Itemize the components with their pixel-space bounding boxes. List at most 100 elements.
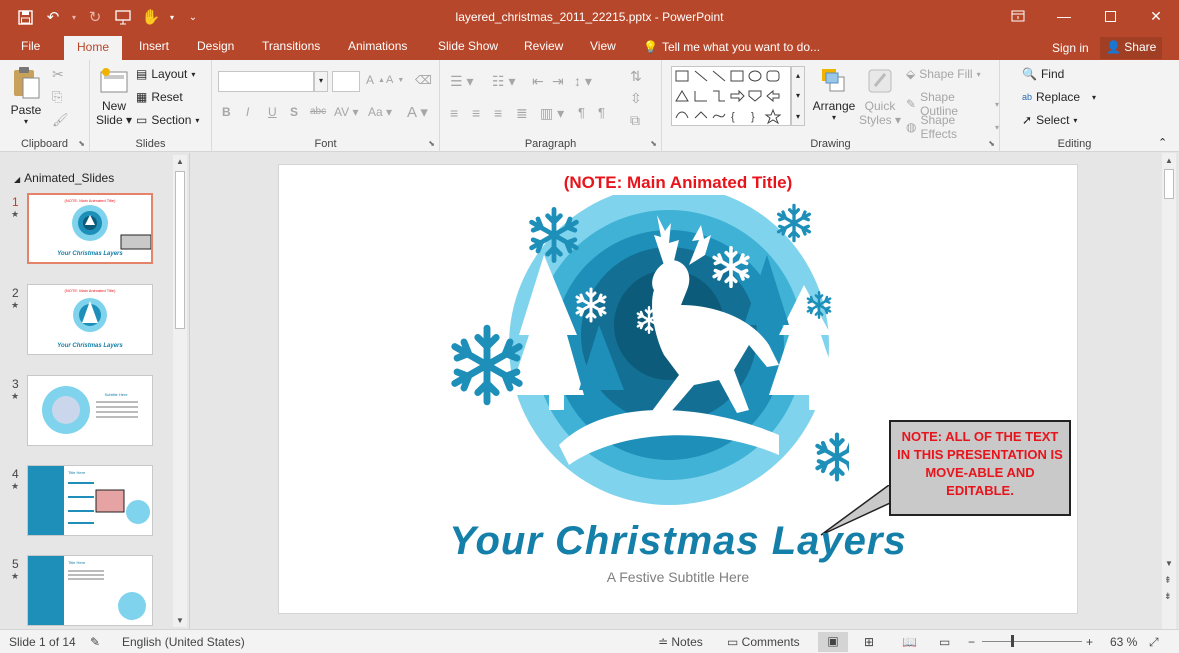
- spell-check-icon[interactable]: ✎: [90, 635, 100, 649]
- slide-thumbnail[interactable]: Title Here: [27, 555, 153, 626]
- line-spacing-icon[interactable]: ↕ ▾: [574, 73, 592, 90]
- find-button[interactable]: 🔍 Find: [1022, 67, 1064, 81]
- customize-qat-icon[interactable]: ⌄: [182, 6, 204, 28]
- cut-icon[interactable]: ✂: [52, 66, 64, 83]
- notes-button[interactable]: ≐ Notes: [658, 635, 703, 649]
- shadow-icon[interactable]: S: [290, 105, 298, 119]
- align-center-icon[interactable]: ≡: [472, 105, 480, 121]
- shape-fill-button[interactable]: ⬙ Shape Fill ▾: [906, 67, 981, 81]
- slideshow-icon[interactable]: ▭: [939, 635, 950, 649]
- tell-me-box[interactable]: 💡 Tell me what you want to do...: [643, 40, 820, 54]
- share-button[interactable]: 👤 Share: [1100, 37, 1163, 59]
- clear-formatting-icon[interactable]: ⌫: [415, 73, 432, 87]
- tab-design[interactable]: Design: [197, 39, 234, 53]
- quick-styles-button[interactable]: Quick Styles ▾: [858, 66, 902, 127]
- save-icon[interactable]: [14, 6, 36, 28]
- scroll-thumb[interactable]: [1164, 169, 1174, 199]
- scroll-down-icon[interactable]: ▼: [176, 616, 184, 625]
- slide-thumbnail[interactable]: (NOTE: Main Animated Title) Your Christm…: [27, 284, 153, 355]
- shape-effects-button[interactable]: ◍ Shape Effects ▾: [906, 113, 999, 141]
- zoom-slider[interactable]: [982, 641, 1082, 642]
- new-slide-button[interactable]: New Slide ▾: [94, 66, 134, 127]
- increase-indent-icon[interactable]: ⇥: [552, 73, 564, 90]
- slide-canvas[interactable]: (NOTE: Main Animated Title) NOTE: ALL OF…: [278, 164, 1078, 614]
- language-indicator[interactable]: English (United States): [122, 635, 245, 649]
- align-text-icon[interactable]: ⇳: [630, 90, 642, 107]
- main-title[interactable]: Your Christmas Layers: [279, 519, 1077, 564]
- thumbnail-scrollbar[interactable]: ▲ ▼: [173, 155, 187, 627]
- arrange-button[interactable]: Arrange ▾: [810, 66, 858, 122]
- reading-view-icon[interactable]: 📖: [902, 635, 917, 649]
- normal-view-icon[interactable]: ▣: [818, 632, 848, 652]
- tab-slideshow[interactable]: Slide Show: [438, 39, 498, 53]
- tab-insert[interactable]: Insert: [139, 39, 169, 53]
- format-painter-icon[interactable]: 🖌: [52, 112, 69, 128]
- numbering-icon[interactable]: ☷ ▾: [492, 73, 515, 90]
- replace-button[interactable]: ab Replace ▾: [1022, 90, 1096, 104]
- previous-slide-icon[interactable]: ⇞: [1164, 575, 1172, 586]
- undo-icon[interactable]: ↶: [42, 6, 64, 28]
- tab-view[interactable]: View: [590, 39, 616, 53]
- slide-sorter-icon[interactable]: ⊞: [864, 635, 874, 649]
- rtl-icon[interactable]: ¶: [598, 105, 605, 120]
- section-button[interactable]: ▭ Section ▾: [136, 113, 199, 127]
- italic-icon[interactable]: I: [246, 105, 249, 119]
- slide-thumbnail[interactable]: Subtitle Here: [27, 375, 153, 446]
- note-callout[interactable]: NOTE: ALL OF THE TEXT IN THIS PRESENTATI…: [889, 420, 1071, 516]
- tab-home[interactable]: Home: [64, 36, 123, 60]
- align-right-icon[interactable]: ≡: [494, 105, 502, 121]
- paste-button[interactable]: Paste ▾: [8, 66, 44, 126]
- close-icon[interactable]: ✕: [1133, 0, 1179, 32]
- subtitle[interactable]: A Festive Subtitle Here: [279, 569, 1077, 585]
- strikethrough-icon[interactable]: abc: [310, 106, 326, 117]
- slide-thumbnail[interactable]: Title Here: [27, 465, 153, 536]
- change-case-icon[interactable]: Aa ▾: [368, 105, 392, 119]
- shapes-gallery[interactable]: { }: [671, 66, 791, 126]
- tab-transitions[interactable]: Transitions: [262, 39, 320, 53]
- thumbnail-row-2[interactable]: 2 ★ (NOTE: Main Animated Title) Your Chr…: [0, 284, 172, 358]
- redo-icon[interactable]: ↻: [84, 6, 106, 28]
- scroll-thumb[interactable]: [175, 171, 185, 329]
- tab-animations[interactable]: Animations: [348, 39, 407, 53]
- collapse-ribbon-icon[interactable]: ⌃: [1158, 136, 1167, 149]
- slide-thumbnail[interactable]: (NOTE: Main Animated Title) Your Christm…: [27, 193, 153, 264]
- next-slide-icon[interactable]: ⇟: [1164, 591, 1172, 602]
- reset-button[interactable]: ▦ Reset: [136, 90, 183, 104]
- char-spacing-icon[interactable]: AV ▾: [334, 105, 358, 119]
- maximize-icon[interactable]: [1087, 0, 1133, 32]
- slide-scrollbar[interactable]: ▲ ▼ ⇞ ⇟: [1162, 153, 1176, 629]
- justify-icon[interactable]: ≣: [516, 105, 528, 122]
- touch-mode-icon[interactable]: ✋: [140, 6, 162, 28]
- touch-dropdown-icon[interactable]: ▾: [168, 6, 176, 28]
- drawing-launcher-icon[interactable]: ⬊: [988, 139, 995, 148]
- zoom-in-icon[interactable]: +: [1086, 635, 1093, 649]
- minimize-icon[interactable]: —: [1041, 0, 1087, 32]
- comments-button[interactable]: ▭ Comments: [727, 635, 800, 649]
- font-name-dropdown-icon[interactable]: ▾: [314, 71, 328, 92]
- bold-icon[interactable]: B: [222, 105, 231, 119]
- bullets-icon[interactable]: ☰ ▾: [450, 73, 473, 90]
- font-size-field[interactable]: [332, 71, 360, 92]
- paragraph-launcher-icon[interactable]: ⬊: [650, 139, 657, 148]
- clipboard-launcher-icon[interactable]: ⬊: [78, 139, 85, 148]
- text-direction-icon[interactable]: ⇅: [630, 68, 642, 85]
- tab-file[interactable]: File: [21, 39, 40, 53]
- font-color-icon[interactable]: A ▾: [407, 103, 428, 121]
- align-left-icon[interactable]: ≡: [450, 105, 458, 121]
- underline-icon[interactable]: U: [268, 105, 277, 119]
- decrease-indent-icon[interactable]: ⇤: [532, 73, 544, 90]
- select-button[interactable]: ➚ Select ▾: [1022, 113, 1077, 127]
- ribbon-display-options-icon[interactable]: [995, 0, 1041, 32]
- fit-to-window-icon[interactable]: ⤢: [1149, 635, 1159, 650]
- thumbnail-row-3[interactable]: 3 ★ Subtitle Here: [0, 375, 172, 449]
- copy-icon[interactable]: ⎘: [52, 89, 62, 105]
- increase-font-icon[interactable]: A ▲: [366, 73, 385, 87]
- zoom-slider-thumb[interactable]: [1011, 635, 1014, 647]
- font-name-field[interactable]: [218, 71, 314, 92]
- section-header[interactable]: ◢ Animated_Slides: [14, 171, 114, 185]
- columns-icon[interactable]: ▥ ▾: [540, 105, 564, 122]
- present-from-start-icon[interactable]: [112, 6, 134, 28]
- layout-button[interactable]: ▤ Layout ▾: [136, 67, 195, 81]
- layered-reindeer-graphic[interactable]: [449, 195, 849, 525]
- sign-in-link[interactable]: Sign in: [1052, 41, 1089, 55]
